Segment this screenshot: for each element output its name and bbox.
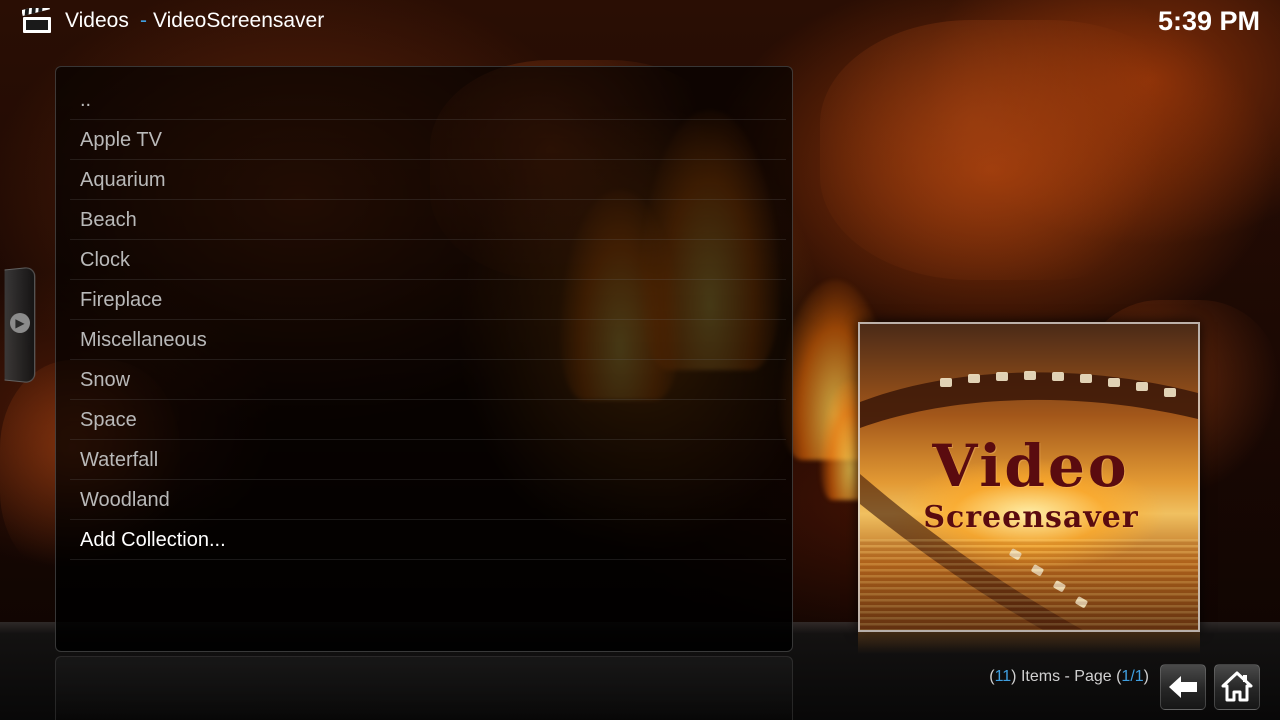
page-number: 1/1 <box>1121 668 1144 685</box>
list-item-aquarium[interactable]: Aquarium <box>70 160 786 200</box>
home-icon <box>1221 671 1253 702</box>
list-item-fireplace[interactable]: Fireplace <box>70 280 786 320</box>
page-info-text: ) Items - Page ( <box>1011 668 1122 685</box>
thumbnail-reflection <box>858 632 1200 654</box>
addon-thumbnail: Video Screensaver <box>858 322 1200 632</box>
header: Videos - VideoScreensaver 5:39 PM <box>0 0 1280 44</box>
arrow-left-icon <box>1169 676 1197 698</box>
page-info: (11) Items - Page (1/1) <box>989 668 1149 686</box>
back-button[interactable] <box>1160 664 1206 710</box>
item-count: 11 <box>994 668 1012 685</box>
list-item-waterfall[interactable]: Waterfall <box>70 440 786 480</box>
thumbnail-title-line1: Video <box>932 432 1130 500</box>
page-title: Videos <box>65 9 129 32</box>
clock: 5:39 PM <box>1157 6 1260 36</box>
list-item-apple-tv[interactable]: Apple TV <box>70 120 786 160</box>
panel-reflection <box>55 656 793 720</box>
file-list: .. Apple TV Aquarium Beach Clock Firepla… <box>70 80 786 560</box>
chevron-right-icon[interactable]: ▶ <box>10 313 30 333</box>
list-item-snow[interactable]: Snow <box>70 360 786 400</box>
list-item-parent[interactable]: .. <box>70 80 786 120</box>
water-reflection <box>860 539 1198 630</box>
list-item-woodland[interactable]: Woodland <box>70 480 786 520</box>
thumbnail-title-line2: Screensaver <box>923 500 1139 535</box>
background-scene: Videos - VideoScreensaver 5:39 PM ▶ .. A… <box>0 0 1280 720</box>
list-item-beach[interactable]: Beach <box>70 200 786 240</box>
page-info-close: ) <box>1143 668 1149 685</box>
background-rock <box>820 20 1200 280</box>
breadcrumb: VideoScreensaver <box>153 9 325 32</box>
breadcrumb-separator: - <box>140 9 147 32</box>
home-button[interactable] <box>1214 664 1260 710</box>
list-item-miscellaneous[interactable]: Miscellaneous <box>70 320 786 360</box>
list-item-add-collection[interactable]: Add Collection... <box>70 520 786 560</box>
list-item-space[interactable]: Space <box>70 400 786 440</box>
clapperboard-icon <box>22 8 51 33</box>
list-item-clock[interactable]: Clock <box>70 240 786 280</box>
